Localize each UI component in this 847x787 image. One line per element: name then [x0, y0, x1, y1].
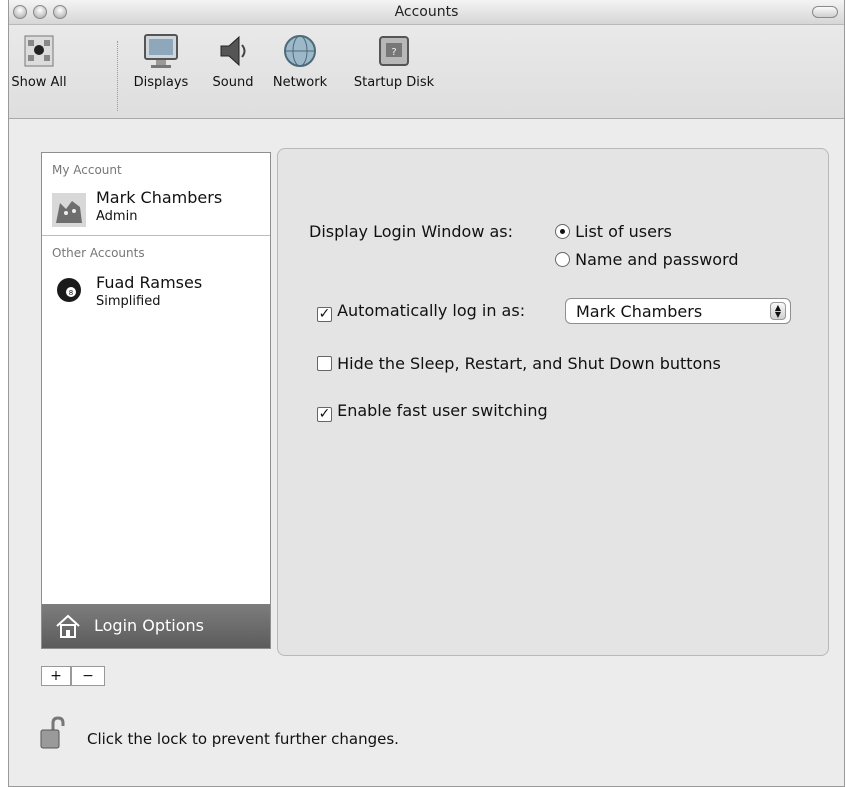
auto-login-user-value: Mark Chambers: [576, 302, 703, 321]
radio-button-selected: [555, 224, 570, 239]
radio-list-of-users[interactable]: List of users: [555, 222, 672, 241]
list-divider: [42, 235, 270, 236]
accounts-window: Accounts Show All Displays Sound Network…: [8, 0, 845, 787]
add-account-button[interactable]: +: [41, 666, 71, 686]
toolbar-startup-disk-label: Startup Disk: [353, 75, 435, 90]
toolbar-network-label: Network: [272, 75, 328, 90]
unlocked-padlock-icon[interactable]: [39, 716, 67, 750]
toolbar-network[interactable]: Network: [265, 31, 335, 90]
auto-login-label: Automatically log in as:: [337, 301, 526, 320]
toolbar-sound-label: Sound: [212, 75, 254, 90]
eight-ball-avatar-icon: 8: [57, 278, 81, 302]
globe-icon: [284, 35, 316, 67]
toolbar-startup-disk[interactable]: ? Startup Disk: [343, 31, 445, 90]
login-options-label: Login Options: [94, 616, 204, 635]
toolbar-show-all-label: Show All: [11, 75, 67, 90]
radio-button: [555, 252, 570, 267]
account-role: Admin: [96, 209, 138, 224]
toolbar-sound[interactable]: Sound: [205, 31, 261, 90]
account-name: Mark Chambers: [96, 188, 223, 207]
checkbox-checked: ✓: [317, 306, 332, 322]
speaker-icon: [220, 35, 246, 67]
toolbar: Show All Displays Sound Network ? Startu…: [9, 25, 844, 119]
display-login-label: Display Login Window as:: [309, 222, 514, 241]
toolbar-displays-label: Displays: [133, 75, 189, 90]
accounts-list: My Account Mark Chambers Admin Other Acc…: [41, 152, 271, 649]
toolbar-separator: [117, 41, 118, 111]
radio-name-and-password-label: Name and password: [575, 250, 739, 269]
window-title: Accounts: [394, 4, 459, 20]
disk-icon: ?: [379, 36, 409, 66]
auto-login-checkbox[interactable]: ✓ Automatically log in as:: [317, 301, 525, 322]
hide-buttons-checkbox[interactable]: Hide the Sleep, Restart, and Shut Down b…: [317, 354, 721, 373]
lock-message: Click the lock to prevent further change…: [87, 730, 399, 748]
house-icon: [56, 614, 80, 638]
fast-user-switching-checkbox[interactable]: ✓ Enable fast user switching: [317, 401, 548, 422]
up-down-arrows-icon: ▲ ▼: [770, 302, 786, 320]
svg-text:?: ?: [391, 47, 396, 58]
svg-text:8: 8: [69, 289, 73, 297]
auto-login-user-popup[interactable]: Mark Chambers ▲ ▼: [565, 298, 791, 324]
cat-avatar-icon: [52, 193, 86, 227]
checkbox-unchecked: [317, 356, 332, 371]
toolbar-displays[interactable]: Displays: [125, 31, 197, 90]
title-bar: Accounts: [9, 0, 844, 25]
other-accounts-label: Other Accounts: [52, 246, 145, 260]
show-all-icon: [24, 35, 54, 67]
remove-account-button[interactable]: −: [71, 666, 105, 686]
toolbar-toggle-button[interactable]: [812, 6, 838, 18]
radio-list-of-users-label: List of users: [575, 222, 672, 241]
account-name: Fuad Ramses: [96, 273, 203, 292]
account-role: Simplified: [96, 294, 161, 309]
toolbar-show-all[interactable]: Show All: [7, 31, 71, 90]
login-options-item[interactable]: Login Options: [42, 604, 270, 648]
display-icon: [144, 34, 178, 68]
my-account-label: My Account: [52, 163, 122, 177]
fast-user-switching-label: Enable fast user switching: [337, 401, 548, 420]
hide-buttons-label: Hide the Sleep, Restart, and Shut Down b…: [337, 354, 721, 373]
checkbox-checked: ✓: [317, 406, 332, 422]
radio-name-and-password[interactable]: Name and password: [555, 250, 739, 269]
